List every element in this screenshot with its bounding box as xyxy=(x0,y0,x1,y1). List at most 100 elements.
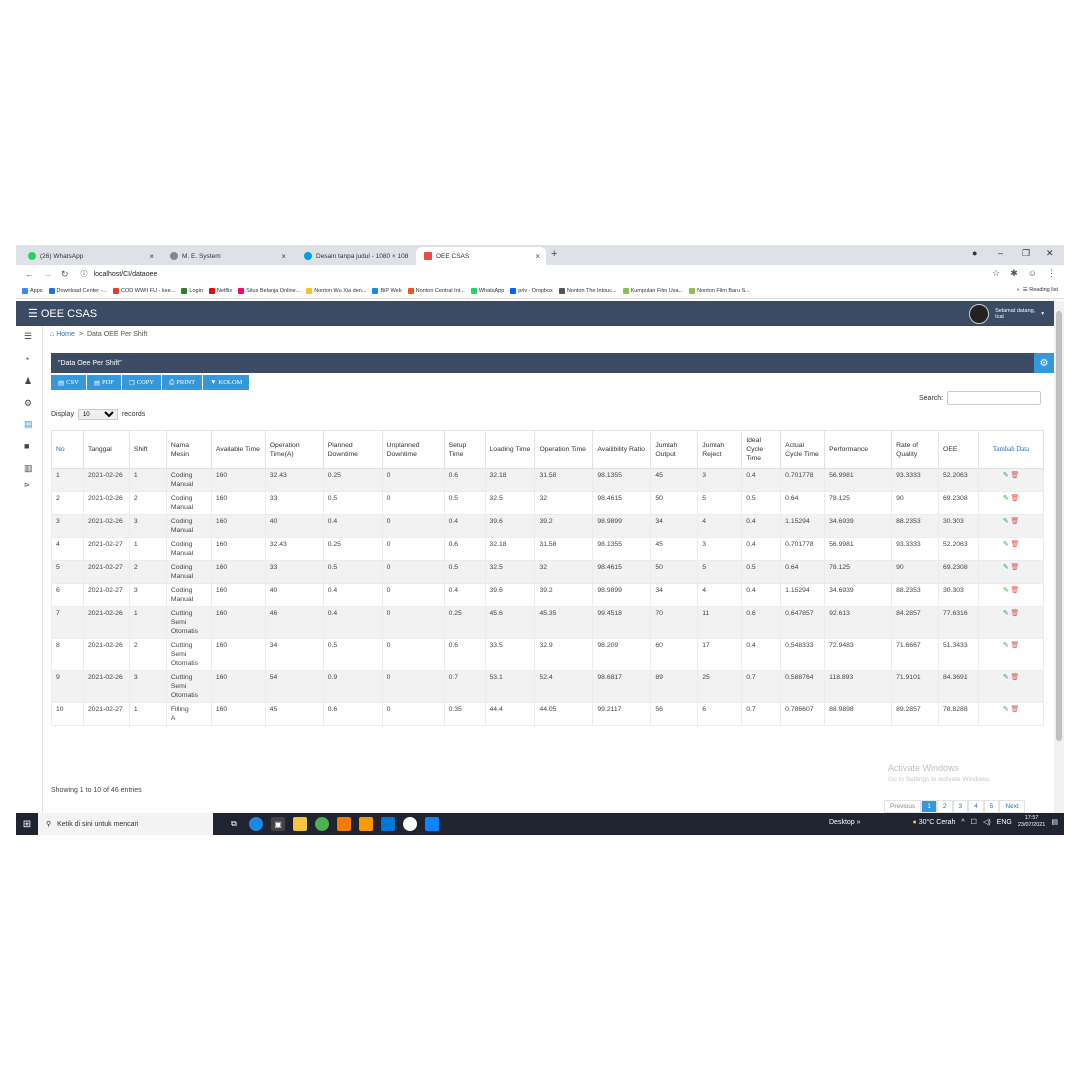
page-button[interactable]: 5 xyxy=(983,800,1000,813)
dashboard-icon[interactable]: ◔ xyxy=(24,354,29,364)
copy-button[interactable]: ❐ COPY xyxy=(121,375,162,390)
bookmark[interactable]: Nonton Central Int... xyxy=(407,287,465,294)
breadcrumb-home[interactable]: ⌂ Home xyxy=(50,331,75,338)
bookmark-apps[interactable]: Apps xyxy=(22,287,43,294)
bookmark[interactable]: Login xyxy=(181,287,203,294)
brand[interactable]: ☰ OEE CSAS xyxy=(28,307,97,321)
file-explorer-icon[interactable] xyxy=(293,817,307,831)
cogs-icon[interactable]: ⚙ xyxy=(24,398,32,409)
account-icon[interactable]: ☺ xyxy=(1028,268,1037,279)
bookmark[interactable]: priv - Dropbox xyxy=(510,287,553,294)
url-field[interactable]: ⓘ localhost/CI/dataoee xyxy=(81,269,158,279)
column-header[interactable]: Tanggal xyxy=(82,430,130,469)
task-view-icon[interactable]: ⧉ xyxy=(227,817,241,831)
kolom-button[interactable]: ▼ KOLOM xyxy=(203,375,250,390)
tab-me-system[interactable]: M. E. System × xyxy=(162,247,292,265)
network-icon[interactable]: ☐ xyxy=(971,818,977,826)
clock[interactable]: 17:57 23/07/2021 xyxy=(1018,815,1046,829)
tab-desain[interactable]: Desain tanpa judul - 1080 × 108 × xyxy=(296,247,426,265)
notification-icon[interactable]: ▤ xyxy=(1051,818,1058,826)
chrome-icon[interactable] xyxy=(315,817,329,831)
column-header[interactable]: Tambah Data xyxy=(978,430,1044,469)
column-header[interactable]: OEE xyxy=(938,430,979,469)
pdf-button[interactable]: ▤ PDF xyxy=(86,375,121,390)
column-header[interactable]: Planned Downtime xyxy=(322,430,383,469)
app-icon[interactable] xyxy=(403,817,417,831)
hamburger-icon[interactable]: ☰ xyxy=(24,331,32,342)
bookmark[interactable]: Kumpulan Film Usa... xyxy=(622,287,683,294)
column-header[interactable]: Ideal Cycle Time xyxy=(741,430,782,469)
delete-icon[interactable]: 🗑 xyxy=(1009,472,1019,479)
store-icon[interactable]: ▣ xyxy=(271,817,285,831)
delete-icon[interactable]: 🗑 xyxy=(1009,587,1019,594)
column-header[interactable]: Setup Time xyxy=(443,430,486,469)
new-tab-button[interactable]: + xyxy=(551,248,557,260)
delete-icon[interactable]: 🗑 xyxy=(1009,541,1019,548)
tab-oee-csas[interactable]: OEE CSAS × xyxy=(416,247,546,265)
user-icon[interactable]: ♟ xyxy=(24,376,32,387)
taskbar-search[interactable]: ⚲ Ketik di sini untuk mencari xyxy=(38,813,213,835)
delete-icon[interactable]: 🗑 xyxy=(1009,518,1019,525)
forward-icon[interactable]: → xyxy=(43,269,52,279)
column-header[interactable]: Loading Time xyxy=(484,430,536,469)
close-icon[interactable]: × xyxy=(281,252,286,261)
column-header[interactable]: Rate of Quality xyxy=(891,430,940,469)
mail-icon[interactable] xyxy=(425,817,439,831)
column-header[interactable]: Performance xyxy=(824,430,893,469)
delete-icon[interactable]: 🗑 xyxy=(1009,642,1019,649)
column-header[interactable]: Operation Time(A) xyxy=(264,430,324,469)
page-button[interactable]: 4 xyxy=(968,800,984,813)
csv-button[interactable]: ▤ CSV xyxy=(51,375,86,390)
delete-icon[interactable]: 🗑 xyxy=(1009,706,1019,713)
menu-icon[interactable]: ⋮ xyxy=(1047,268,1056,279)
delete-icon[interactable]: 🗑 xyxy=(1009,674,1019,681)
collapse-icon[interactable]: ⊳ xyxy=(24,481,30,489)
column-header[interactable]: Actual Cycle Time xyxy=(780,430,826,469)
tray-chevron-icon[interactable]: ^ xyxy=(961,819,964,826)
column-header[interactable]: Operation Time xyxy=(534,430,594,469)
records-select[interactable]: 10 xyxy=(77,409,118,420)
vscode-icon[interactable] xyxy=(381,817,395,831)
delete-icon[interactable]: 🗑 xyxy=(1009,610,1019,617)
bookmark[interactable]: Nonton Wu Xia den... xyxy=(306,287,366,294)
bookmark[interactable]: WhatsApp xyxy=(470,287,504,294)
column-header[interactable]: No xyxy=(51,430,84,469)
page-button[interactable]: 2 xyxy=(936,800,953,813)
minimize-button[interactable]: – xyxy=(998,248,1003,258)
bookmark[interactable]: COD WWII FU - kee... xyxy=(113,287,175,294)
profile-icon[interactable]: ● xyxy=(972,248,977,258)
bookmark[interactable]: Situs Belanja Online... xyxy=(238,287,300,294)
bar-chart-icon[interactable]: ▥ xyxy=(24,463,33,474)
column-header[interactable]: Availibility Ratio xyxy=(592,430,652,469)
volume-icon[interactable]: ◁) xyxy=(983,818,991,826)
language-indicator[interactable]: ENG xyxy=(997,819,1012,826)
edge-icon[interactable] xyxy=(249,817,263,831)
reload-icon[interactable]: ↻ xyxy=(61,269,69,280)
xampp-icon[interactable] xyxy=(337,817,351,831)
gear-icon[interactable]: ⚙ xyxy=(1034,353,1054,373)
column-header[interactable]: Shift xyxy=(128,430,167,469)
weather-widget[interactable]: ● 30°C Cerah xyxy=(913,819,956,826)
back-icon[interactable]: ← xyxy=(25,269,34,279)
page-button[interactable]: 3 xyxy=(952,800,969,813)
bookmark[interactable]: Nonton Film Baru S... xyxy=(689,287,750,294)
desktop-toolbar[interactable]: Desktop » xyxy=(829,819,861,826)
column-header[interactable]: Unplanned Downtime xyxy=(381,430,445,469)
next-button[interactable]: Next xyxy=(999,800,1025,813)
user-menu[interactable]: Selamat datang, Ical ▾ xyxy=(969,304,1044,324)
reading-list[interactable]: » ☰ Reading list xyxy=(1017,287,1058,293)
page-button[interactable]: 1 xyxy=(921,800,937,813)
star-icon[interactable]: ☆ xyxy=(992,268,1000,279)
bookmark[interactable]: Nonton The Intouc... xyxy=(558,287,617,294)
table-icon[interactable]: ▤ xyxy=(24,419,33,430)
restore-button[interactable]: ❐ xyxy=(1022,248,1030,259)
window-close-button[interactable]: ✕ xyxy=(1046,248,1054,259)
column-header[interactable]: Available Time xyxy=(210,430,266,469)
print-button[interactable]: ⎙ PRINT xyxy=(162,375,203,390)
delete-icon[interactable]: 🗑 xyxy=(1009,564,1019,571)
column-header[interactable]: Jumlah Reject xyxy=(697,430,743,469)
windows-start-icon[interactable]: ⊞ xyxy=(16,813,38,835)
delete-icon[interactable]: 🗑 xyxy=(1009,495,1019,502)
column-header[interactable]: Nama Mesin xyxy=(165,430,212,469)
book-icon[interactable]: ■ xyxy=(24,441,29,451)
